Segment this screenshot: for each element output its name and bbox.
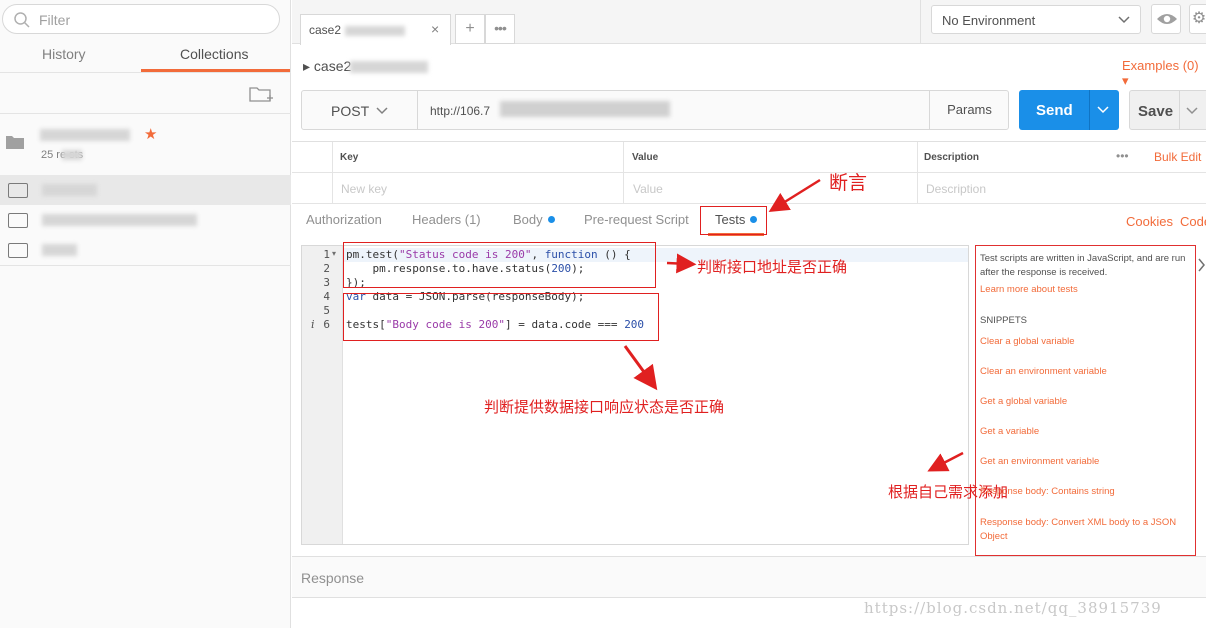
annotation-check-url: 判断接口地址是否正确 [697, 259, 848, 276]
annotation-arrows [623, 178, 964, 472]
annotation-add-as-needed: 根据自己需求添加 [888, 484, 1009, 501]
annotation-assert: 断言 [829, 173, 868, 194]
annotation-check-status: 判断提供数据接口响应状态是否正确 [484, 399, 725, 416]
